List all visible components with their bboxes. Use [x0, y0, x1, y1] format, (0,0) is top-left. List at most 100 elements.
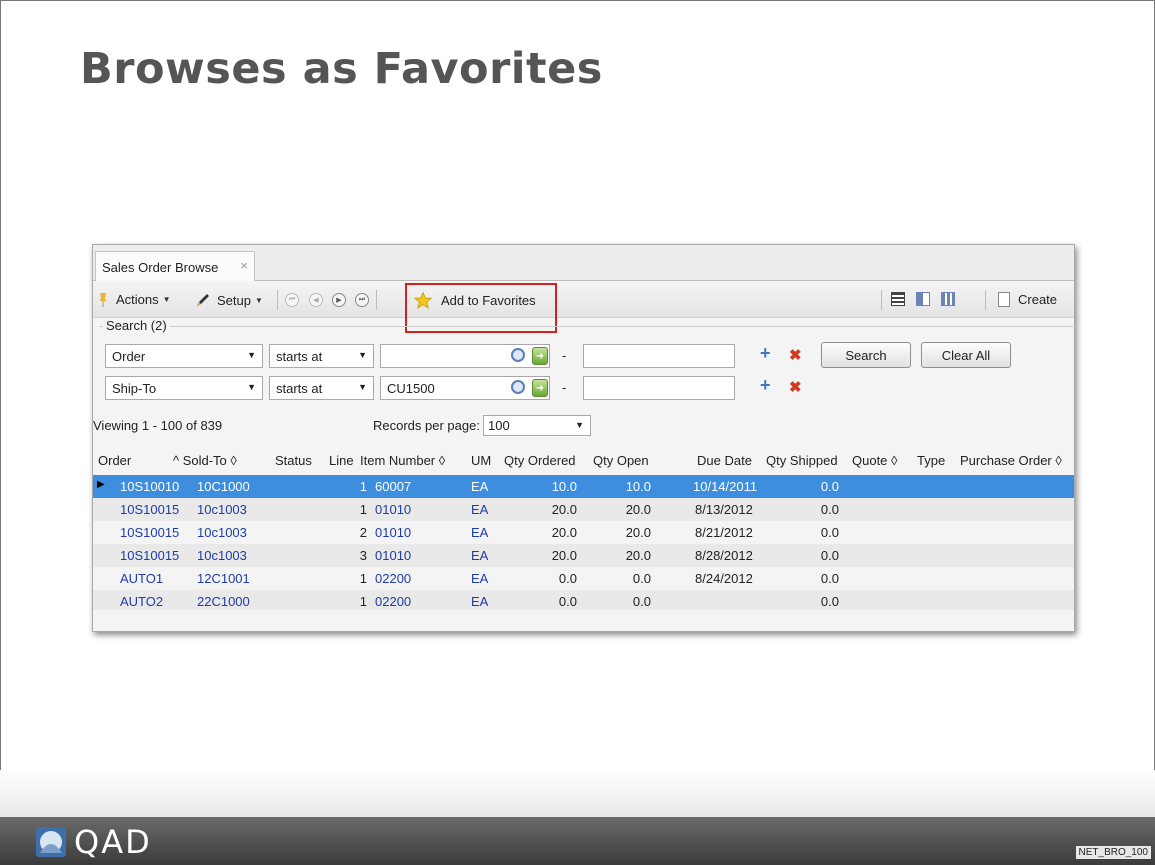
last-page-icon[interactable]: ⏭	[355, 293, 369, 307]
table-row[interactable]: 10S10015 10c1003 3 01010 EA 20.0 20.0 8/…	[93, 544, 1074, 567]
brand-name: QAD	[74, 823, 152, 861]
cell-line: 3	[359, 548, 367, 563]
cell-item-number[interactable]: 02200	[375, 571, 411, 586]
select-value: Order	[112, 349, 146, 364]
current-row-indicator-icon: ▶	[97, 479, 105, 490]
actions-label: Actions	[116, 292, 159, 307]
cell-qty-ordered: 10.0	[551, 479, 577, 494]
cell-sold-to[interactable]: 10C1000	[197, 479, 250, 494]
actions-menu[interactable]: Actions ▼	[98, 292, 171, 307]
close-tab-icon[interactable]: ×	[240, 258, 248, 273]
cell-line: 2	[359, 525, 367, 540]
search-button[interactable]: Search	[821, 342, 911, 368]
remove-criteria-icon[interactable]: ✖	[789, 378, 802, 396]
column-header-item-number[interactable]: Item Number ◊	[360, 453, 445, 468]
grid-view-icon[interactable]	[941, 292, 955, 306]
cell-sold-to[interactable]: 12C1001	[197, 571, 250, 586]
cell-order[interactable]: 10S10010	[120, 479, 179, 494]
column-header-type[interactable]: Type	[917, 453, 945, 468]
column-header-order[interactable]: Order	[98, 453, 131, 468]
select-value: starts at	[276, 349, 323, 364]
cell-due-date: 10/14/2011	[693, 479, 758, 494]
first-page-icon[interactable]: ⏮	[285, 293, 299, 307]
column-header-qty-open[interactable]: Qty Open	[593, 453, 649, 468]
cell-sold-to[interactable]: 22C1000	[197, 594, 250, 609]
table-row[interactable]: 10S10015 10c1003 2 01010 EA 20.0 20.0 8/…	[93, 521, 1074, 544]
list-view-icon[interactable]	[891, 292, 905, 306]
cell-qty-shipped: 0.0	[820, 571, 839, 586]
cell-qty-open: 20.0	[625, 548, 651, 563]
cell-qty-shipped: 0.0	[820, 525, 839, 540]
cell-sold-to[interactable]: 10c1003	[197, 525, 247, 540]
go-arrow-icon[interactable]: ➜	[532, 347, 548, 365]
toolbar-divider	[277, 290, 278, 310]
chevron-down-icon: ▼	[358, 350, 367, 360]
search-to-value-input-1[interactable]	[583, 344, 735, 368]
lookup-icon[interactable]	[511, 380, 525, 394]
remove-criteria-icon[interactable]: ✖	[789, 346, 802, 364]
search-operator-select-1[interactable]: starts at ▼	[269, 344, 374, 368]
cell-order[interactable]: 10S10015	[120, 548, 179, 563]
cell-order[interactable]: 10S10015	[120, 525, 179, 540]
column-header-status[interactable]: Status	[275, 453, 312, 468]
setup-menu[interactable]: Setup ▼	[195, 292, 263, 308]
cell-qty-ordered: 0.0	[558, 571, 577, 586]
cell-item-number[interactable]: 01010	[375, 502, 411, 517]
range-dash: -	[562, 348, 567, 363]
create-label: Create	[1018, 292, 1058, 307]
setup-label: Setup	[217, 292, 251, 308]
records-per-page-select[interactable]: 100 ▼	[483, 415, 591, 436]
search-to-value-input-2[interactable]	[583, 376, 735, 400]
toolbar-divider	[376, 290, 377, 310]
cell-item-number[interactable]: 01010	[375, 525, 411, 540]
cell-sold-to[interactable]: 10c1003	[197, 502, 247, 517]
column-header-line[interactable]: Line	[329, 453, 354, 468]
cell-line: 1	[359, 594, 367, 609]
table-row[interactable]: ▶ 10S10010 10C1000 1 60007 EA 10.0 10.0 …	[93, 475, 1074, 498]
table-row[interactable]: AUTO2 22C1000 1 02200 EA 0.0 0.0 0.0	[93, 590, 1074, 610]
cell-line: 1	[359, 479, 367, 494]
clear-all-button[interactable]: Clear All	[921, 342, 1011, 368]
detail-view-icon[interactable]	[916, 292, 930, 306]
cell-sold-to[interactable]: 10c1003	[197, 548, 247, 563]
search-operator-select-2[interactable]: starts at ▼	[269, 376, 374, 400]
create-button[interactable]: Create	[1018, 292, 1057, 307]
pin-icon	[99, 292, 107, 307]
range-dash: -	[562, 380, 567, 395]
cell-qty-shipped: 0.0	[820, 548, 839, 563]
cell-item-number[interactable]: 60007	[375, 479, 411, 494]
column-header-qty-shipped[interactable]: Qty Shipped	[766, 453, 838, 468]
add-criteria-icon[interactable]: +	[760, 375, 771, 396]
table-row[interactable]: 10S10015 10c1003 1 01010 EA 20.0 20.0 8/…	[93, 498, 1074, 521]
new-document-icon[interactable]	[998, 292, 1010, 307]
search-field-select-1[interactable]: Order ▼	[105, 344, 263, 368]
column-header-quote[interactable]: Quote ◊	[852, 453, 897, 468]
column-header-um[interactable]: UM	[471, 453, 491, 468]
previous-page-icon[interactable]: ◀	[309, 293, 323, 307]
add-criteria-icon[interactable]: +	[760, 343, 771, 364]
tab-sales-order-browse[interactable]: Sales Order Browse ×	[95, 251, 255, 281]
chevron-down-icon: ▼	[254, 295, 263, 305]
cell-order[interactable]: AUTO2	[120, 594, 163, 609]
cell-order[interactable]: AUTO1	[120, 571, 163, 586]
cell-qty-ordered: 20.0	[551, 525, 577, 540]
cell-um: EA	[471, 525, 489, 540]
input-value: CU1500	[387, 381, 435, 396]
cell-item-number[interactable]: 02200	[375, 594, 411, 609]
column-header-due-date[interactable]: Due Date	[697, 453, 752, 468]
cell-qty-shipped: 0.0	[820, 479, 839, 494]
cell-order[interactable]: 10S10015	[120, 502, 179, 517]
column-header-sold-to[interactable]: ^ Sold-To ◊	[173, 453, 237, 468]
table-row[interactable]: AUTO1 12C1001 1 02200 EA 0.0 0.0 8/24/20…	[93, 567, 1074, 590]
go-arrow-icon[interactable]: ➜	[532, 379, 548, 397]
cell-due-date: 8/13/2012	[695, 502, 753, 517]
column-header-qty-ordered[interactable]: Qty Ordered	[504, 453, 576, 468]
cell-um: EA	[471, 548, 489, 563]
select-value: Ship-To	[112, 381, 157, 396]
lookup-icon[interactable]	[511, 348, 525, 362]
search-field-select-2[interactable]: Ship-To ▼	[105, 376, 263, 400]
cell-item-number[interactable]: 01010	[375, 548, 411, 563]
pencil-icon	[197, 294, 209, 306]
column-header-purchase-order[interactable]: Purchase Order ◊	[960, 453, 1062, 468]
next-page-icon[interactable]: ▶	[332, 293, 346, 307]
